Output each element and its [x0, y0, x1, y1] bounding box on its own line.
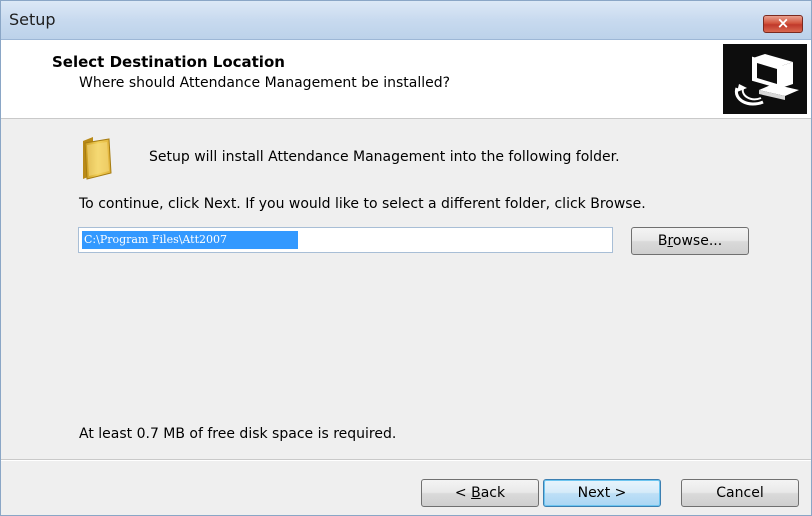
- browse-button[interactable]: Browse...: [631, 227, 749, 255]
- folder-icon: [79, 135, 119, 181]
- page-subtitle: Where should Attendance Management be in…: [79, 75, 451, 91]
- browse-label-start: B: [657, 233, 668, 249]
- wizard-header: Select Destination Location Where should…: [1, 40, 811, 119]
- computer-install-icon: [723, 44, 807, 114]
- wizard-content: Setup will install Attendance Management…: [1, 119, 811, 459]
- close-icon: ×: [776, 14, 790, 32]
- back-label-prefix: <: [454, 485, 472, 501]
- setup-window: Setup × Select Destination Location Wher…: [0, 0, 812, 516]
- destination-path-value: C:\Program Files\Att2007: [82, 231, 298, 249]
- window-title: Setup: [9, 10, 56, 29]
- next-button[interactable]: Next >: [543, 479, 661, 507]
- page-title: Select Destination Location: [52, 53, 285, 71]
- back-label-rest: ack: [480, 485, 506, 501]
- browse-label-end: owse...: [672, 233, 723, 249]
- disk-space-message: At least 0.7 MB of free disk space is re…: [79, 426, 397, 442]
- back-button[interactable]: < Back: [421, 479, 539, 507]
- close-button[interactable]: ×: [763, 14, 803, 33]
- install-message: Setup will install Attendance Management…: [149, 149, 620, 165]
- title-bar[interactable]: Setup ×: [1, 1, 811, 40]
- back-label-mnemonic: B: [471, 485, 481, 501]
- wizard-footer: < Back Next > Cancel: [1, 459, 811, 516]
- cancel-button[interactable]: Cancel: [681, 479, 799, 507]
- continue-message: To continue, click Next. If you would li…: [79, 196, 646, 212]
- destination-path-input[interactable]: C:\Program Files\Att2007: [78, 227, 613, 253]
